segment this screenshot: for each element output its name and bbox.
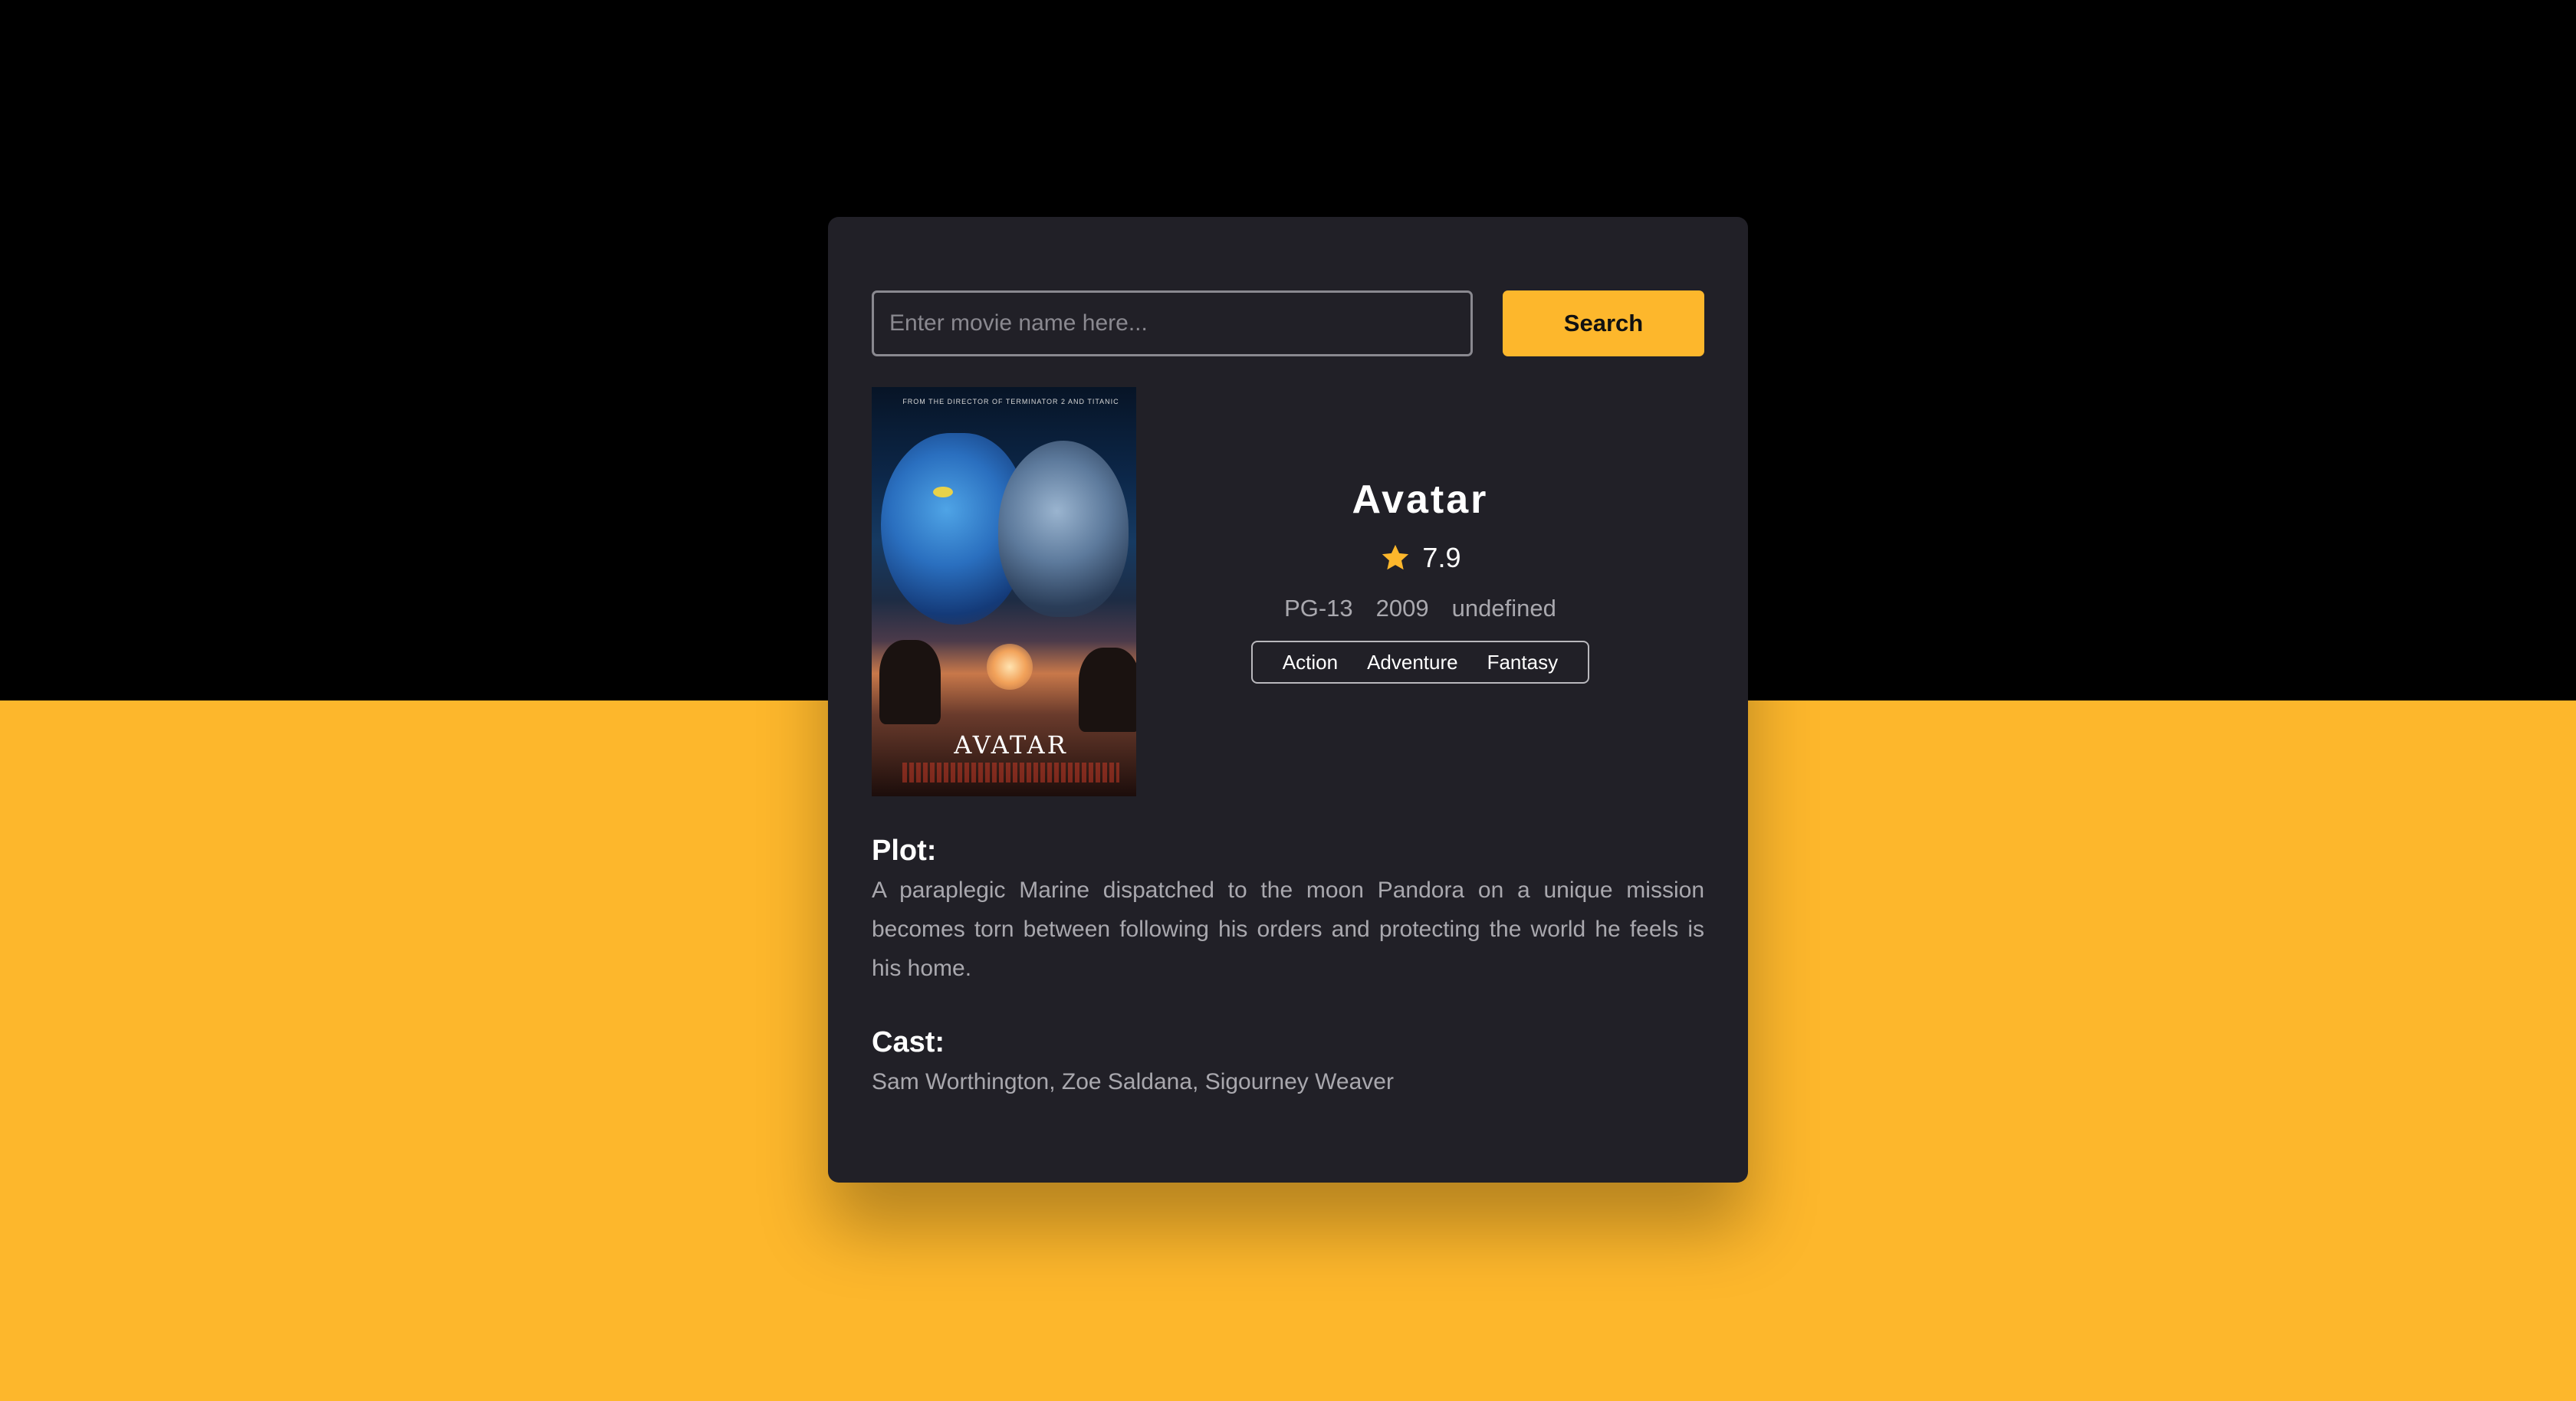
movie-card: Search FROM THE DIRECTOR OF TERMINATOR 2…	[828, 217, 1748, 1183]
genre-tag: Action	[1282, 650, 1339, 674]
rating: 7.9	[1379, 540, 1460, 576]
star-icon	[1382, 544, 1409, 570]
poster-tagline: FROM THE DIRECTOR OF TERMINATOR 2 AND TI…	[902, 398, 1119, 405]
search-button[interactable]: Search	[1503, 290, 1704, 356]
year: 2009	[1375, 595, 1429, 622]
poster-floating-island-right	[1079, 648, 1136, 732]
poster-sun	[987, 644, 1033, 690]
poster-eye	[933, 487, 953, 497]
runtime: undefined	[1451, 595, 1556, 622]
search-input[interactable]	[872, 290, 1473, 356]
plot-heading: Plot:	[872, 835, 937, 867]
poster-credits	[902, 763, 1119, 783]
movie-details: Avatar 7.9 PG-13 2009 undefined Action A…	[1136, 387, 1704, 796]
cast-text: Sam Worthington, Zoe Saldana, Sigourney …	[872, 1069, 1394, 1094]
poster-human-face	[998, 441, 1129, 617]
search-bar: Search	[872, 290, 1704, 356]
plot-text: A paraplegic Marine dispatched to the mo…	[872, 878, 1704, 981]
rated: PG-13	[1284, 595, 1353, 622]
cast-heading: Cast:	[872, 1026, 945, 1058]
genre-tag: Adventure	[1367, 650, 1458, 674]
poster-floating-island-left	[879, 640, 941, 724]
genre-list: Action Adventure Fantasy	[1250, 641, 1590, 684]
genre-tag: Fantasy	[1487, 650, 1559, 674]
movie-info: FROM THE DIRECTOR OF TERMINATOR 2 AND TI…	[872, 387, 1704, 796]
movie-meta: PG-13 2009 undefined	[1273, 595, 1568, 622]
movie-title: Avatar	[1352, 477, 1489, 522]
movie-poster: FROM THE DIRECTOR OF TERMINATOR 2 AND TI…	[872, 387, 1136, 796]
poster-title: AVATAR	[954, 730, 1068, 760]
rating-value: 7.9	[1422, 542, 1461, 573]
